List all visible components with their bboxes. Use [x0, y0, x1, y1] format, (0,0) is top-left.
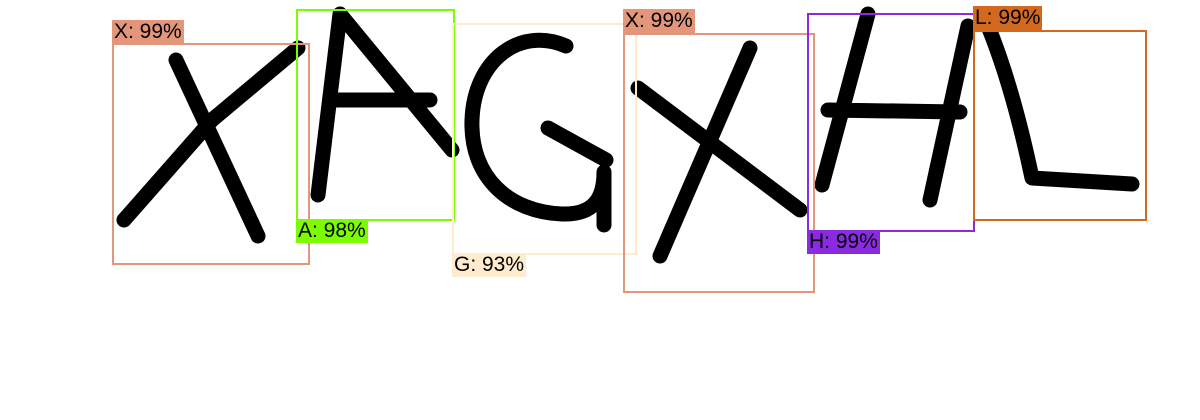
detection-box-a: [296, 9, 455, 221]
detection-box-x-2: [623, 33, 815, 293]
detection-label-a: A: 98%: [296, 219, 368, 243]
detection-box-l: [973, 30, 1147, 221]
detection-label-l: L: 99%: [973, 6, 1043, 30]
detection-canvas: X: 99% A: 98% G: 93% X: 99% H: 99% L: 99…: [0, 0, 1200, 420]
detection-label-x-1: X: 99%: [112, 20, 184, 44]
detection-label-x-2: X: 99%: [623, 9, 695, 33]
detection-label-g: G: 93%: [452, 253, 527, 277]
detection-label-h: H: 99%: [807, 230, 880, 254]
detection-box-g: [452, 23, 637, 255]
detection-box-h: [807, 13, 975, 232]
detection-box-x-1: [112, 43, 310, 265]
